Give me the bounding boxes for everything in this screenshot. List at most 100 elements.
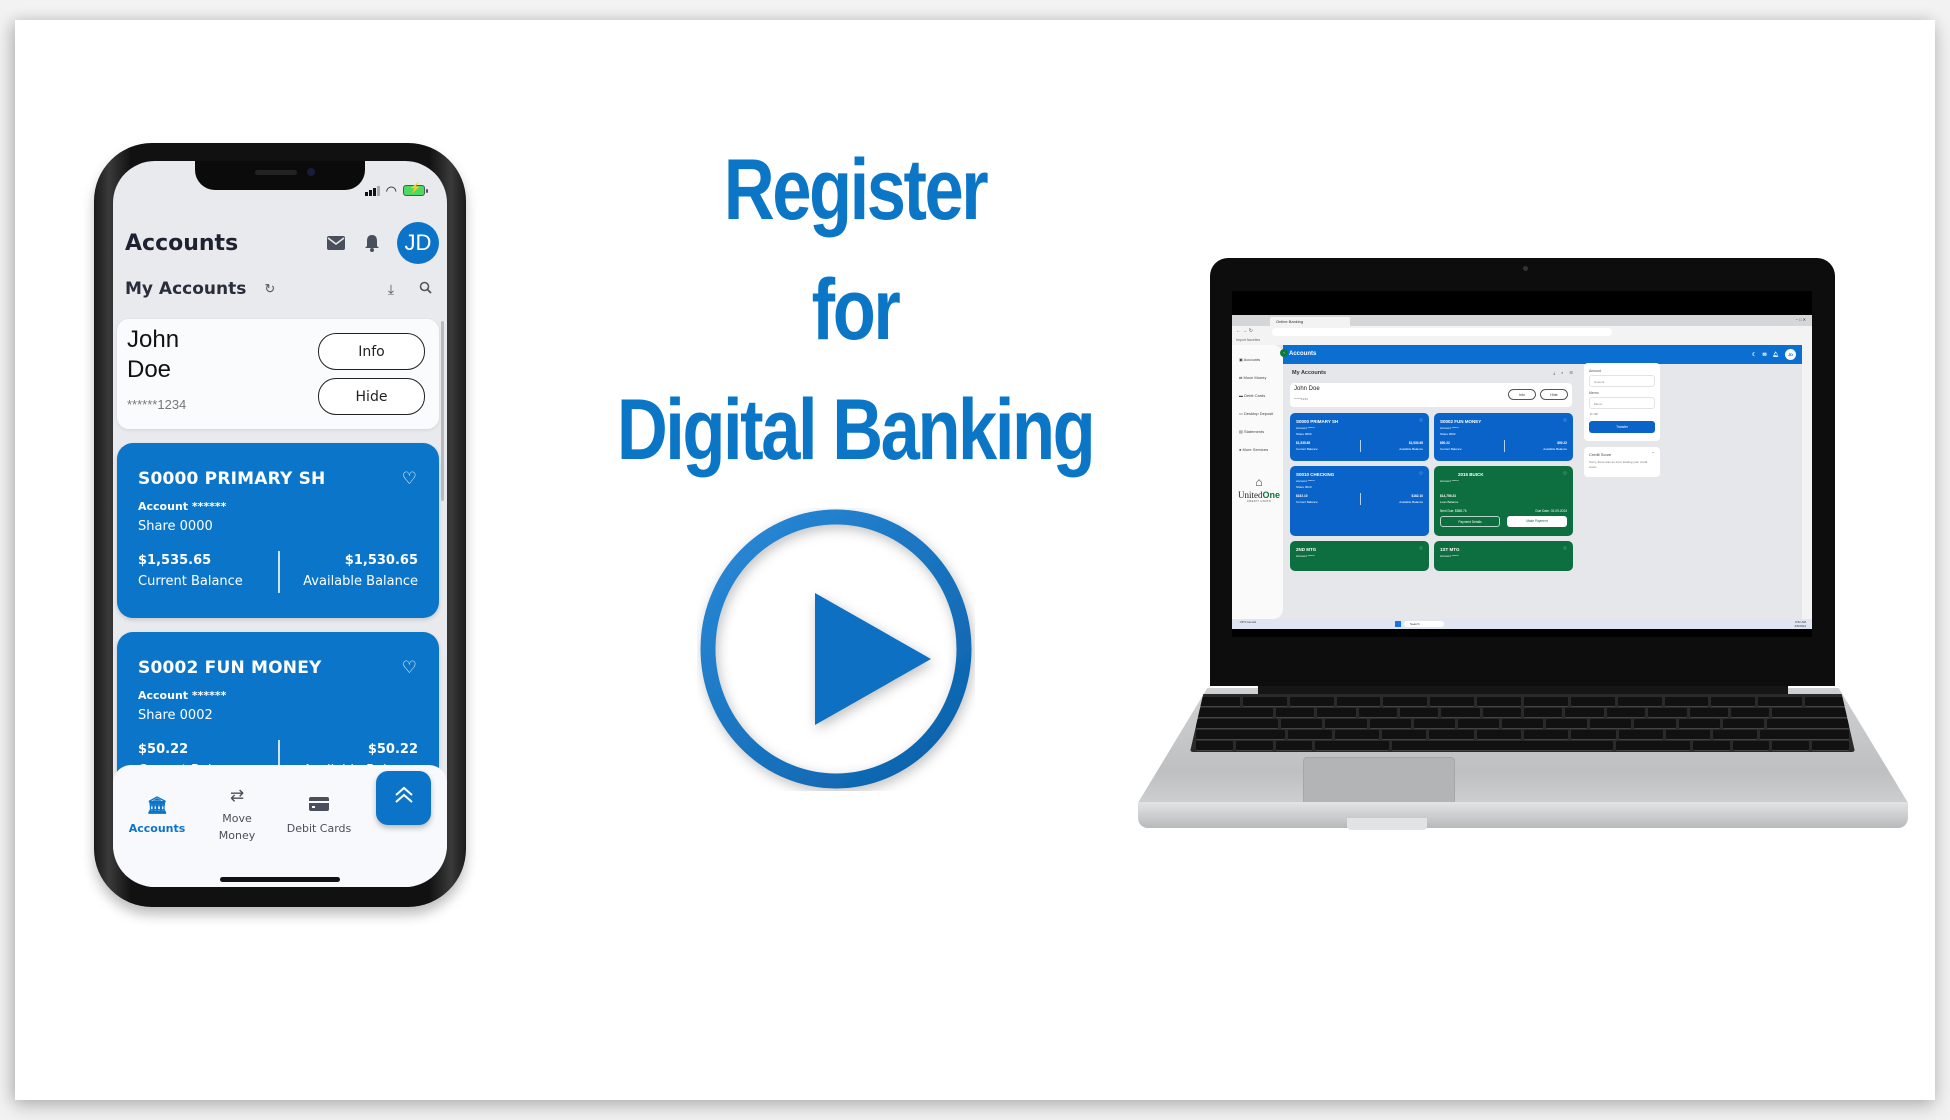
system-tray[interactable]: 9:52 AM 4/5/2024 <box>1794 620 1806 628</box>
credit-card-icon: ▬ <box>1239 393 1243 398</box>
dark-mode-icon[interactable]: ☾ <box>1752 352 1756 358</box>
play-video-button[interactable] <box>697 508 975 791</box>
hide-button[interactable]: Hide <box>1540 389 1568 400</box>
current-balance-label: Current Balance <box>1296 447 1318 451</box>
user-card: John Doe ******1234 Info Hide <box>117 319 439 429</box>
account-card[interactable]: S0010 CHECKING ♡ Account ****** Share 001… <box>1290 466 1429 536</box>
favorite-heart-icon[interactable]: ♡ <box>1563 471 1567 477</box>
search-icon[interactable]: ⌕ <box>1561 370 1563 375</box>
member-number: ******1234 <box>1294 397 1308 401</box>
address-bar: ← → ↻ <box>1232 326 1812 338</box>
status-bar: ◠ ⚡ <box>365 182 428 198</box>
hide-button[interactable]: Hide <box>318 378 425 415</box>
current-balance-value: $162.10 <box>1296 494 1308 498</box>
sidebar-item-move-money[interactable]: ⇄ Move Money <box>1239 375 1266 380</box>
sidebar-item-desktop-deposit[interactable]: ▭ Desktop Deposit <box>1239 411 1273 416</box>
trackpad <box>1303 757 1455 805</box>
account-number: Account ****** <box>1296 554 1315 558</box>
statements-icon: ▤ <box>1239 429 1243 434</box>
menu-icon[interactable]: ☰ <box>1569 370 1573 375</box>
scroll-top-button[interactable] <box>376 771 431 825</box>
laptop-base-edge <box>1138 802 1908 828</box>
user-name: John Doe <box>1294 386 1320 392</box>
user-last-name: Doe <box>127 356 172 383</box>
favorite-heart-icon[interactable]: ♡ <box>1419 418 1423 424</box>
download-icon[interactable]: ⤓ <box>1553 370 1555 375</box>
window-controls[interactable]: − □ ✕ <box>1796 317 1806 322</box>
transfer-button[interactable]: Transfer <box>1589 421 1655 433</box>
available-balance-label: Available Balance <box>1399 447 1423 451</box>
phone-notch <box>195 161 365 190</box>
favorite-heart-icon[interactable]: ♡ <box>402 658 417 678</box>
page-title: Accounts <box>125 230 239 256</box>
download-icon[interactable]: ⤓ <box>381 281 401 298</box>
loan-card[interactable]: 1ST MTG ♡ Account ****** <box>1434 541 1573 571</box>
loan-card[interactable]: 2015 BUICK ♡ Account ****** $14,759.23 Loa… <box>1434 466 1573 536</box>
sidebar-item-more-services[interactable]: ● More Services <box>1239 447 1268 452</box>
my-accounts-bar: My Accounts ↻ ⤓ <box>125 275 435 303</box>
info-button[interactable]: Info <box>318 333 425 370</box>
share-id: Share 0010 <box>1296 485 1312 489</box>
account-card[interactable]: S0000 PRIMARY SH ♡ Account ****** Share … <box>117 443 439 618</box>
nav-debit-cards[interactable]: Debit Cards <box>277 795 361 837</box>
sidebar-item-accounts[interactable]: ▣ Accounts <box>1239 357 1260 362</box>
account-card[interactable]: S0002 FUN MONEY ♡ Account ****** Share 00… <box>1434 413 1573 461</box>
favorites-bar[interactable]: Import favorites <box>1232 338 1812 345</box>
weather-temp: 39°F <box>1240 620 1247 624</box>
next-due: Next Due: $865.76 <box>1440 509 1467 513</box>
wifi-icon: ◠ <box>385 182 397 198</box>
nav-move-money[interactable]: ⇄ Move Money <box>195 785 279 844</box>
keyboard <box>1190 694 1855 752</box>
nav-arrows-icon[interactable]: ← → ↻ <box>1236 328 1253 334</box>
info-button[interactable]: Info <box>1508 389 1536 400</box>
available-balance-value: $1,530.65 <box>1408 441 1423 445</box>
favorite-heart-icon[interactable]: ♡ <box>402 469 417 489</box>
amount-input[interactable]: Amount <box>1589 375 1655 387</box>
sidebar-item-statements[interactable]: ▤ Statements <box>1239 429 1264 434</box>
chevron-up-icon[interactable]: ⌃ <box>1652 451 1655 456</box>
favorite-heart-icon[interactable]: ♡ <box>1563 546 1567 552</box>
collapse-sidebar-button[interactable]: ‹ <box>1280 349 1288 357</box>
favorite-heart-icon[interactable]: ♡ <box>1563 418 1567 424</box>
memo-counter: 0 / 30 <box>1590 412 1598 416</box>
loan-balance-label: Loan Balance <box>1440 500 1459 504</box>
loan-card[interactable]: 2ND MTG ♡ Account ****** <box>1290 541 1429 571</box>
available-balance-label: Available Balance <box>1543 447 1567 451</box>
account-name: S0000 PRIMARY SH <box>138 469 326 489</box>
avatar[interactable]: JD <box>397 222 439 264</box>
taskbar-search[interactable]: Search <box>1404 621 1444 627</box>
url-input[interactable] <box>1272 328 1612 336</box>
browser-sidebar <box>1802 345 1812 619</box>
mail-icon[interactable]: ✉ <box>1762 352 1766 358</box>
account-name: S0000 PRIMARY SH <box>1296 419 1339 424</box>
bell-icon[interactable] <box>361 232 383 254</box>
sidebar-item-debit-cards[interactable]: ▬ Debit Cards <box>1239 393 1265 398</box>
weather-widget[interactable]: 💧︎ 39°F Humid <box>1238 620 1256 625</box>
user-name: John Doe <box>127 325 207 385</box>
account-card[interactable]: S0000 PRIMARY SH ♡ Account ****** Share 0… <box>1290 413 1429 461</box>
bell-icon[interactable]: 🔔︎ <box>1773 352 1779 358</box>
credit-score-error: Sorry, there was an error loading your c… <box>1589 460 1648 469</box>
laptop-mockup: Online Banking − □ ✕ ← → ↻ Import favori… <box>1210 258 1835 686</box>
transfer-icon: ⇄ <box>1239 375 1243 380</box>
windows-start-icon[interactable] <box>1395 621 1401 627</box>
nav-accounts[interactable]: 🏛︎ Accounts <box>115 795 199 837</box>
app-title: Accounts <box>1289 351 1317 357</box>
refresh-icon[interactable]: ↻ <box>264 281 275 297</box>
search-icon[interactable] <box>415 281 435 297</box>
payment-details-button[interactable]: Payment Details <box>1440 516 1500 527</box>
current-balance-value: $1,535.65 <box>1296 441 1311 445</box>
webcam <box>1522 266 1528 271</box>
laptop-lip <box>1347 818 1427 830</box>
favorite-heart-icon[interactable]: ♡ <box>1419 471 1423 477</box>
memo-input[interactable]: Memo <box>1589 397 1655 409</box>
browser-tab[interactable]: Online Banking <box>1270 317 1350 326</box>
avatar[interactable]: JD <box>1785 349 1796 360</box>
phone-screen: ◠ ⚡ Accounts JD My Accounts ↻ ⤓ John Doe… <box>113 161 447 887</box>
make-payment-button[interactable]: Make Payment <box>1507 516 1567 527</box>
favorite-heart-icon[interactable]: ♡ <box>1419 546 1423 552</box>
mail-icon[interactable] <box>325 232 347 254</box>
scrollbar[interactable] <box>441 321 444 501</box>
account-number: Account ****** <box>138 689 227 702</box>
windows-taskbar: 💧︎ 39°F Humid Search 9:52 AM 4/5/2024 <box>1232 619 1812 629</box>
